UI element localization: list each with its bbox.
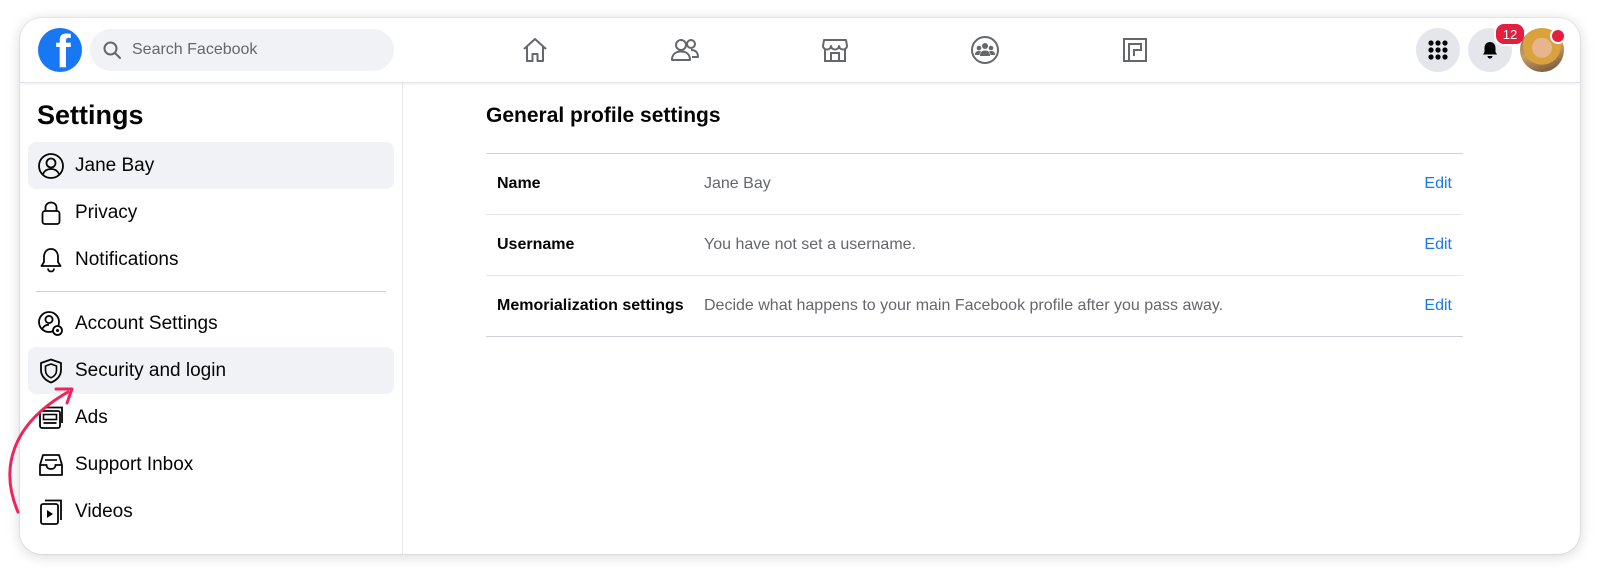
profile-avatar[interactable] <box>1520 28 1566 72</box>
friends-icon <box>671 39 699 61</box>
ads-icon <box>36 403 66 433</box>
edit-memorialization-link[interactable]: Edit <box>1424 297 1452 315</box>
search-icon <box>103 41 121 59</box>
grid-menu-icon <box>1428 40 1448 60</box>
top-navigation-bar: f Search Facebook 12 <box>20 18 1580 83</box>
nav-groups-button[interactable] <box>910 26 1060 74</box>
settings-row-name: Name Jane Bay Edit <box>486 154 1463 215</box>
user-circle-icon <box>36 151 66 181</box>
nav-marketplace-button[interactable] <box>760 26 910 74</box>
search-input[interactable] <box>130 40 384 60</box>
sidebar-item-account-settings[interactable]: Account Settings <box>28 300 394 347</box>
settings-sidebar: Settings Jane Bay Privacy Notifications … <box>20 82 403 554</box>
sidebar-item-label: Support Inbox <box>75 453 194 475</box>
sidebar-item-label: Notifications <box>75 248 179 270</box>
sidebar-item-ads[interactable]: Ads <box>28 394 394 441</box>
marketplace-icon <box>822 39 848 62</box>
settings-row-username: Username You have not set a username. Ed… <box>486 215 1463 276</box>
sidebar-item-security[interactable]: Security and login <box>28 347 394 394</box>
sidebar-item-label: Privacy <box>75 201 138 223</box>
inbox-icon <box>36 450 66 480</box>
row-value: You have not set a username. <box>704 236 916 253</box>
sidebar-item-videos[interactable]: Videos <box>28 488 394 535</box>
nav-friends-button[interactable] <box>610 26 760 74</box>
page-title: General profile settings <box>486 104 721 127</box>
sidebar-item-profile[interactable]: Jane Bay <box>28 142 394 189</box>
bell-icon <box>36 245 66 275</box>
search-box[interactable] <box>90 29 394 71</box>
home-icon <box>523 38 547 62</box>
sidebar-item-label: Videos <box>75 500 133 522</box>
sidebar-item-label: Account Settings <box>75 312 218 334</box>
sidebar-item-support-inbox[interactable]: Support Inbox <box>28 441 394 488</box>
row-label: Name <box>497 175 541 192</box>
notifications-button[interactable]: 12 <box>1468 22 1526 72</box>
sidebar-title: Settings <box>37 100 144 130</box>
edit-name-link[interactable]: Edit <box>1424 175 1452 193</box>
gaming-icon <box>1123 38 1147 62</box>
groups-icon <box>971 36 999 64</box>
settings-row-memorialization: Memorialization settings Decide what hap… <box>486 276 1463 336</box>
row-label: Username <box>497 236 575 253</box>
menu-button[interactable] <box>1416 28 1460 72</box>
profile-settings-table: Name Jane Bay Edit Username You have not… <box>486 153 1463 337</box>
sidebar-item-label: Security and login <box>75 359 227 381</box>
user-gear-icon <box>36 309 66 339</box>
main-content: General profile settings Name Jane Bay E… <box>403 82 1580 554</box>
main-nav <box>460 26 1210 74</box>
app-window: f Search Facebook 12 Settings Jane Bay P… <box>20 18 1580 554</box>
nav-home-button[interactable] <box>460 26 610 74</box>
sidebar-item-notifications[interactable]: Notifications <box>28 236 394 283</box>
header-actions: 12 <box>1416 22 1566 72</box>
nav-gaming-button[interactable] <box>1060 26 1210 74</box>
row-value: Decide what happens to your main Faceboo… <box>704 297 1224 314</box>
sidebar-divider <box>36 291 386 292</box>
row-label: Memorialization settings <box>497 297 684 314</box>
avatar-status-dot <box>1550 28 1566 44</box>
sidebar-item-privacy[interactable]: Privacy <box>28 189 394 236</box>
sidebar-item-label: Ads <box>75 406 108 428</box>
sidebar-item-label: Jane Bay <box>75 154 155 176</box>
settings-menu: Jane Bay Privacy Notifications Account S… <box>28 142 394 535</box>
edit-username-link[interactable]: Edit <box>1424 236 1452 254</box>
facebook-logo[interactable]: f <box>38 28 82 72</box>
shield-icon <box>36 356 66 386</box>
lock-icon <box>36 198 66 228</box>
video-icon <box>36 497 66 527</box>
row-value: Jane Bay <box>704 175 771 192</box>
